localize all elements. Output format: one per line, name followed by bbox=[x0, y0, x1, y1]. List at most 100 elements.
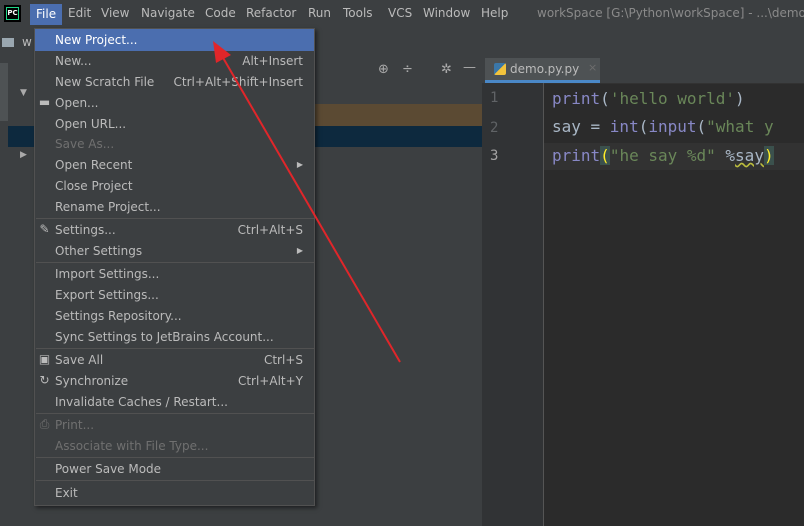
menu-item-shortcut: Ctrl+Alt+Y bbox=[237, 374, 303, 388]
menu-item-new-scratch-file[interactable]: New Scratch File Ctrl+Alt+Shift+Insert bbox=[35, 71, 314, 93]
refresh-icon: ↻ bbox=[39, 373, 50, 387]
editor-tab-demo[interactable]: demo.py.py × bbox=[485, 58, 600, 83]
menu-item-open[interactable]: ▬ Open... bbox=[35, 92, 314, 114]
menu-item-synchronize[interactable]: ↻ Synchronize Ctrl+Alt+Y bbox=[35, 370, 314, 392]
menu-item-print[interactable]: ⎙ Print... bbox=[35, 414, 314, 436]
code-line-1[interactable]: print('hello world') bbox=[552, 89, 745, 108]
gear-icon[interactable]: ✲ bbox=[441, 62, 452, 77]
menu-item-settings[interactable]: ✎ Settings... Ctrl+Alt+S bbox=[35, 219, 314, 241]
menu-item-new-project[interactable]: New Project... bbox=[35, 29, 314, 51]
menu-item-save-all[interactable]: ▣ Save All Ctrl+S bbox=[35, 349, 314, 371]
code-token: "what y bbox=[706, 117, 774, 136]
menu-item-shortcut: Ctrl+Alt+S bbox=[237, 223, 303, 237]
pycharm-logo-icon: PC bbox=[4, 5, 21, 22]
menu-item-rename-project[interactable]: Rename Project... bbox=[35, 196, 314, 218]
matched-paren: ( bbox=[600, 146, 610, 165]
menu-item-label: Open Recent bbox=[55, 158, 133, 172]
menu-item-other-settings[interactable]: Other Settings ▶ bbox=[35, 240, 314, 262]
menu-item-import-settings[interactable]: Import Settings... bbox=[35, 263, 314, 285]
wrench-icon: ✎ bbox=[39, 222, 50, 236]
window-title: workSpace [G:\Python\workSpace] - ...\de… bbox=[537, 6, 804, 20]
collapse-arrow-icon[interactable]: ▼ bbox=[20, 88, 27, 98]
code-token: "he say %d" bbox=[609, 146, 716, 165]
menu-item-label: Export Settings... bbox=[55, 288, 159, 302]
menu-item-label: Open... bbox=[55, 96, 99, 110]
submenu-arrow-icon: ▶ bbox=[296, 246, 303, 255]
menu-window[interactable]: Window bbox=[423, 6, 470, 20]
menu-run[interactable]: Run bbox=[308, 6, 331, 20]
menu-item-label: Close Project bbox=[55, 179, 133, 193]
expand-arrow-icon[interactable]: ▶ bbox=[20, 150, 27, 160]
menu-item-export-settings[interactable]: Export Settings... bbox=[35, 284, 314, 306]
menu-item-label: Save As... bbox=[55, 137, 115, 151]
menu-item-label: Save All bbox=[55, 353, 104, 367]
file-menu-dropdown: New Project... New... Alt+Insert New Scra… bbox=[34, 28, 315, 506]
tool-window-strip bbox=[0, 57, 8, 526]
hide-panel-icon[interactable]: — bbox=[463, 60, 476, 75]
menu-item-associate-file-type[interactable]: Associate with File Type... bbox=[35, 435, 314, 457]
menu-item-sync-settings[interactable]: Sync Settings to JetBrains Account... bbox=[35, 326, 314, 348]
menu-item-label: Exit bbox=[55, 486, 78, 500]
nav-breadcrumb[interactable]: w bbox=[22, 35, 32, 49]
menu-item-label: Open URL... bbox=[55, 117, 127, 131]
menu-item-invalidate-caches[interactable]: Invalidate Caches / Restart... bbox=[35, 391, 314, 413]
code-line-3[interactable]: print("he say %d" %say) bbox=[552, 146, 774, 165]
menu-navigate[interactable]: Navigate bbox=[141, 6, 195, 20]
menu-refactor[interactable]: Refactor bbox=[246, 6, 296, 20]
submenu-arrow-icon: ▶ bbox=[296, 160, 303, 169]
menu-item-label: Associate with File Type... bbox=[55, 439, 209, 453]
tree-row-highlight[interactable] bbox=[315, 104, 482, 126]
menu-item-label: Power Save Mode bbox=[55, 462, 162, 476]
menu-item-label: New... bbox=[55, 54, 92, 68]
menu-item-label: Rename Project... bbox=[55, 200, 161, 214]
menu-item-label: Settings... bbox=[55, 223, 116, 237]
menu-view[interactable]: View bbox=[101, 6, 129, 20]
menu-item-label: Import Settings... bbox=[55, 267, 160, 281]
code-token: 'hello world' bbox=[609, 89, 736, 108]
python-file-icon bbox=[494, 63, 506, 75]
collapse-all-icon[interactable]: ÷ bbox=[402, 62, 413, 77]
menu-item-label: Sync Settings to JetBrains Account... bbox=[55, 330, 274, 344]
menu-file[interactable]: File bbox=[30, 4, 63, 25]
menu-separator bbox=[36, 480, 314, 481]
menu-item-save-as[interactable]: Save As... bbox=[35, 133, 314, 155]
logo-text: PC bbox=[7, 8, 18, 19]
matched-paren: ) bbox=[763, 146, 774, 165]
menu-item-shortcut: Ctrl+S bbox=[263, 353, 303, 367]
menu-item-power-save-mode[interactable]: Power Save Mode bbox=[35, 458, 314, 480]
code-token: print bbox=[552, 146, 601, 165]
code-token: int bbox=[609, 117, 639, 136]
menu-item-open-url[interactable]: Open URL... bbox=[35, 113, 314, 135]
menu-item-shortcut: Ctrl+Alt+Shift+Insert bbox=[173, 75, 303, 89]
code-token: print bbox=[552, 89, 601, 108]
menu-item-label: Invalidate Caches / Restart... bbox=[55, 395, 228, 409]
save-icon: ▣ bbox=[38, 352, 51, 366]
menu-item-label: New Project... bbox=[55, 33, 138, 47]
editor-tab-label: demo.py.py bbox=[510, 62, 580, 76]
menu-item-label: Synchronize bbox=[55, 374, 129, 388]
menu-item-open-recent[interactable]: Open Recent ▶ bbox=[35, 154, 314, 176]
menu-item-close-project[interactable]: Close Project bbox=[35, 175, 314, 197]
menu-item-label: Print... bbox=[55, 418, 95, 432]
locate-icon[interactable]: ⊕ bbox=[378, 62, 389, 77]
menu-item-settings-repository[interactable]: Settings Repository... bbox=[35, 305, 314, 327]
menu-code[interactable]: Code bbox=[205, 6, 236, 20]
menu-item-label: Other Settings bbox=[55, 244, 143, 258]
menu-item-new[interactable]: New... Alt+Insert bbox=[35, 50, 314, 72]
folder-icon bbox=[2, 38, 14, 47]
menu-edit[interactable]: Edit bbox=[68, 6, 91, 20]
menu-item-exit[interactable]: Exit bbox=[35, 482, 314, 504]
line-number: 2 bbox=[490, 120, 499, 136]
line-number: 3 bbox=[490, 148, 499, 164]
menu-help[interactable]: Help bbox=[481, 6, 508, 20]
line-number: 1 bbox=[490, 90, 499, 106]
code-line-2[interactable]: say = int(input("what y bbox=[552, 117, 774, 136]
close-tab-icon[interactable]: × bbox=[588, 61, 597, 74]
code-token: input bbox=[648, 117, 697, 136]
menu-item-label: Settings Repository... bbox=[55, 309, 182, 323]
menu-tools[interactable]: Tools bbox=[343, 6, 373, 20]
menu-item-shortcut: Alt+Insert bbox=[242, 54, 303, 68]
folder-icon: ▬ bbox=[38, 95, 51, 109]
project-tool-tab[interactable] bbox=[0, 63, 8, 121]
menu-vcs[interactable]: VCS bbox=[388, 6, 412, 20]
